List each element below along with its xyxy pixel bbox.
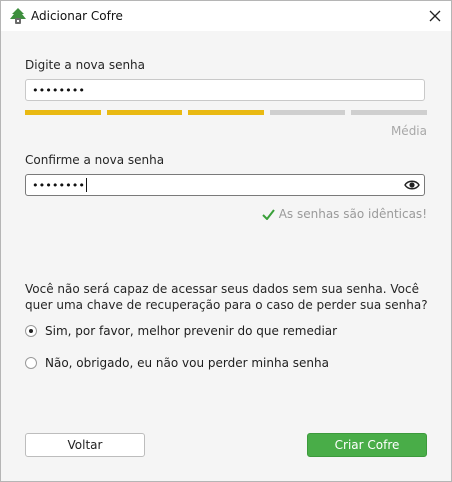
new-password-label: Digite a nova senha [25, 58, 146, 72]
strength-segment [106, 110, 183, 115]
recovery-option-no-label: Não, obrigado, eu não vou perder minha s… [45, 356, 329, 370]
text-caret [85, 178, 87, 192]
add-vault-dialog: Adicionar Cofre Digite a nova senha ••••… [0, 0, 452, 482]
recovery-option-yes-label: Sim, por favor, melhor prevenir do que r… [45, 324, 338, 338]
close-button[interactable] [419, 1, 451, 31]
create-vault-button[interactable]: Criar Cofre [307, 433, 427, 457]
new-password-field[interactable]: •••••••• [25, 79, 425, 101]
radio-yes[interactable] [25, 325, 37, 337]
strength-segment [269, 110, 346, 115]
back-button[interactable]: Voltar [25, 433, 145, 457]
eye-icon[interactable] [404, 178, 420, 192]
recovery-option-yes[interactable]: Sim, por favor, melhor prevenir do que r… [25, 324, 337, 338]
match-text: As senhas são idênticas! [278, 207, 427, 221]
dialog-content: Digite a nova senha •••••••• Média Confi… [1, 31, 451, 481]
strength-label: Média [390, 124, 427, 138]
close-icon [429, 10, 441, 22]
password-strength-meter [25, 110, 427, 115]
strength-segment [351, 110, 427, 115]
check-icon [261, 208, 275, 220]
recovery-question: Você não será capaz de acessar seus dado… [25, 282, 428, 312]
confirm-password-field[interactable]: •••••••• [25, 174, 425, 196]
window-title: Adicionar Cofre [31, 9, 123, 23]
confirm-password-value: •••••••• [32, 178, 85, 192]
recovery-option-no[interactable]: Não, obrigado, eu não vou perder minha s… [25, 356, 329, 370]
password-match-status: As senhas são idênticas! [261, 207, 427, 221]
new-password-value: •••••••• [32, 83, 85, 97]
radio-no[interactable] [25, 357, 37, 369]
strength-segment [188, 110, 264, 115]
strength-segment [25, 110, 101, 115]
confirm-password-label: Confirme a nova senha [25, 153, 165, 167]
title-bar: Adicionar Cofre [1, 1, 451, 31]
vault-app-icon [9, 7, 27, 25]
